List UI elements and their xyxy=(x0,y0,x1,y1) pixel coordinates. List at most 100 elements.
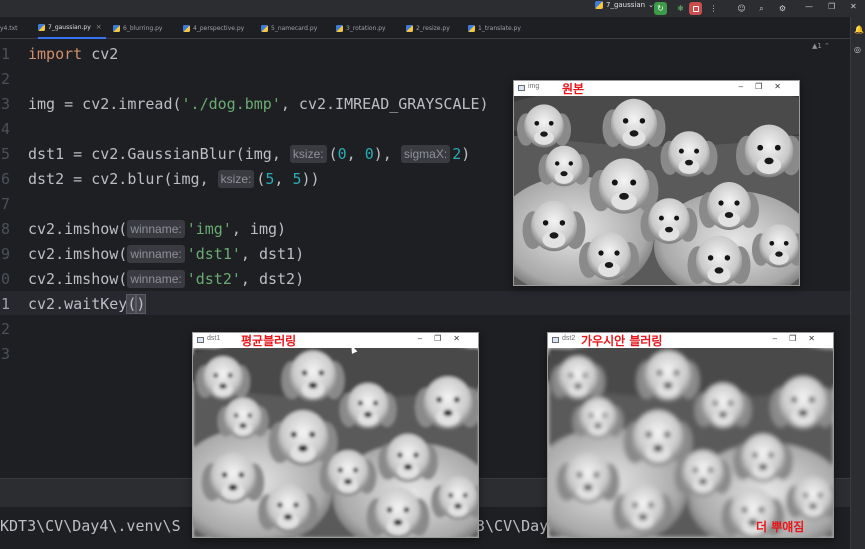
code-text: ) xyxy=(461,145,471,163)
code-text: , cv2.IMREAD_GRAYSCALE) xyxy=(280,95,489,113)
rerun-icon[interactable]: ↻ xyxy=(654,2,667,15)
tab-y4-txt[interactable]: y4.txt xyxy=(0,17,18,39)
python-file-icon xyxy=(406,24,413,32)
tab-label: 6_blurring.py xyxy=(123,24,163,32)
minimize-button[interactable]: — xyxy=(805,2,813,11)
code-text: , xyxy=(346,145,365,163)
line-number: 4 xyxy=(0,120,10,138)
python-file-icon xyxy=(113,24,120,32)
python-file-icon xyxy=(261,24,268,32)
number-literal: 2 xyxy=(452,145,462,163)
tab-label: 5_namecard.py xyxy=(271,24,318,32)
code-text: ), xyxy=(373,145,401,163)
code-text: cv2.imshow( xyxy=(28,245,128,263)
line-number: 10 xyxy=(0,270,10,288)
param-hint: sigmaX: xyxy=(400,145,451,163)
window-name: dst2 xyxy=(562,335,576,342)
search-icon[interactable]: ⌕ xyxy=(755,2,768,15)
inspection-indicator[interactable]: ▲1 ⌃ xyxy=(812,42,830,50)
right-tool-strip: 🔔 ◎ xyxy=(850,17,865,549)
tab-label: y4.txt xyxy=(0,24,18,32)
line-number: 12 xyxy=(0,320,10,338)
annotation-label: 원본 xyxy=(562,82,585,96)
code-text: , img) xyxy=(231,220,287,238)
param-hint: winname: xyxy=(127,245,185,263)
dog-image xyxy=(548,348,833,537)
window-controls[interactable]: –❐✕ xyxy=(739,82,793,91)
run-config-selector[interactable]: 7_gaussian ⌄ xyxy=(595,1,654,9)
tab-label: 7_gaussian.py xyxy=(48,23,91,31)
string-literal: 'dst1' xyxy=(186,245,241,263)
line-number: 9 xyxy=(0,245,10,263)
code-text: , dst2) xyxy=(240,270,305,288)
number-literal: 0 xyxy=(364,145,374,163)
window-titlebar[interactable]: img 원본 –❐✕ xyxy=(514,81,799,96)
code-text: cv2.imshow( xyxy=(28,270,128,288)
number-literal: 0 xyxy=(337,145,347,163)
notifications-icon[interactable]: 🔔 xyxy=(854,25,864,35)
dog-image xyxy=(193,348,478,537)
close-button[interactable]: ✕ xyxy=(850,2,857,11)
code-text: , xyxy=(274,170,293,188)
matched-brace: ) xyxy=(135,294,147,314)
tab-3-rotation[interactable]: 3_rotation.py xyxy=(336,17,386,39)
opencv-window-img[interactable]: img 원본 –❐✕ xyxy=(513,80,800,286)
line-number: 13 xyxy=(0,345,10,363)
window-controls[interactable]: –❐✕ xyxy=(773,334,827,343)
code-text: cv2.imshow( xyxy=(28,220,128,238)
window-app-icon xyxy=(552,337,559,343)
tab-4-perspective[interactable]: 4_perspective.py xyxy=(183,17,244,39)
add-user-icon[interactable]: ☺ xyxy=(735,2,748,15)
window-app-icon xyxy=(518,85,525,91)
tab-2-resize[interactable]: 2_resize.py xyxy=(406,17,450,39)
line-number: 8 xyxy=(0,220,10,238)
window-name: img xyxy=(528,83,540,90)
ai-assistant-icon[interactable]: ◎ xyxy=(854,45,864,55)
window-app-icon xyxy=(197,337,204,343)
code-line-5: dst1 = cv2.GaussianBlur(img, ksize: (0, 0… xyxy=(28,142,470,166)
annotation-note: 더 뿌얘짐 xyxy=(756,520,805,534)
code-line-11: cv2.waitKey() xyxy=(28,292,147,316)
puppy-group xyxy=(514,96,799,285)
stop-button[interactable] xyxy=(689,2,702,15)
puppy-group xyxy=(548,348,833,537)
maximize-button[interactable]: ❐ xyxy=(828,2,835,11)
tab-6-blurring[interactable]: 6_blurring.py xyxy=(113,17,162,39)
code-text: ( xyxy=(328,145,338,163)
window-titlebar[interactable]: dst2 가우시안 블러링 –❐✕ xyxy=(548,333,833,348)
python-file-icon xyxy=(38,23,45,31)
gear-icon[interactable]: ⚙ xyxy=(776,2,789,15)
terminal-path: 3\CV\Day xyxy=(476,517,549,535)
string-literal: './dog.bmp' xyxy=(181,95,281,113)
opencv-window-dst1[interactable]: dst1 평균블러링 –❐✕ xyxy=(192,332,479,538)
tab-label: 4_perspective.py xyxy=(193,24,245,32)
code-text: dst2 = cv2.blur(img, xyxy=(28,170,218,188)
puppy-group xyxy=(193,348,478,537)
tab-7-gaussian[interactable]: 7_gaussian.py × xyxy=(38,17,106,39)
tab-label: 3_rotation.py xyxy=(346,24,386,32)
param-hint: winname: xyxy=(127,220,185,238)
tab-1-translate[interactable]: 1_translate.py xyxy=(468,17,521,39)
more-actions-icon[interactable]: ⋮ xyxy=(707,2,720,15)
window-titlebar[interactable]: dst1 평균블러링 –❐✕ xyxy=(193,333,478,348)
terminal-path: KDT3\CV\Day4\.venv\S xyxy=(0,517,181,535)
code-line-1: import cv2 xyxy=(28,42,118,66)
code-line-3: img = cv2.imread('./dog.bmp', cv2.IMREAD… xyxy=(28,92,489,116)
line-number: 6 xyxy=(0,170,10,188)
code-line-9: cv2.imshow(winname:'dst1', dst1) xyxy=(28,242,304,266)
close-tab-icon[interactable]: × xyxy=(96,23,102,31)
tab-5-namecard[interactable]: 5_namecard.py xyxy=(261,17,317,39)
line-number: 11 xyxy=(0,295,10,313)
window-controls[interactable]: –❐✕ xyxy=(418,334,472,343)
opencv-window-dst2[interactable]: dst2 가우시안 블러링 –❐✕ 더 뿌얘짐 xyxy=(547,332,834,538)
param-hint: ksize: xyxy=(289,145,327,163)
debug-icon[interactable]: ✱ xyxy=(674,2,687,15)
stop-icon xyxy=(692,5,699,12)
python-file-icon xyxy=(183,24,190,32)
line-number: 5 xyxy=(0,145,10,163)
editor-tab-bar: y4.txt 7_gaussian.py × 6_blurring.py 4_p… xyxy=(0,17,850,39)
python-file-icon xyxy=(468,24,475,32)
line-number: 7 xyxy=(0,195,10,213)
tab-label: 1_translate.py xyxy=(478,24,521,32)
tab-label: 2_resize.py xyxy=(416,24,450,32)
